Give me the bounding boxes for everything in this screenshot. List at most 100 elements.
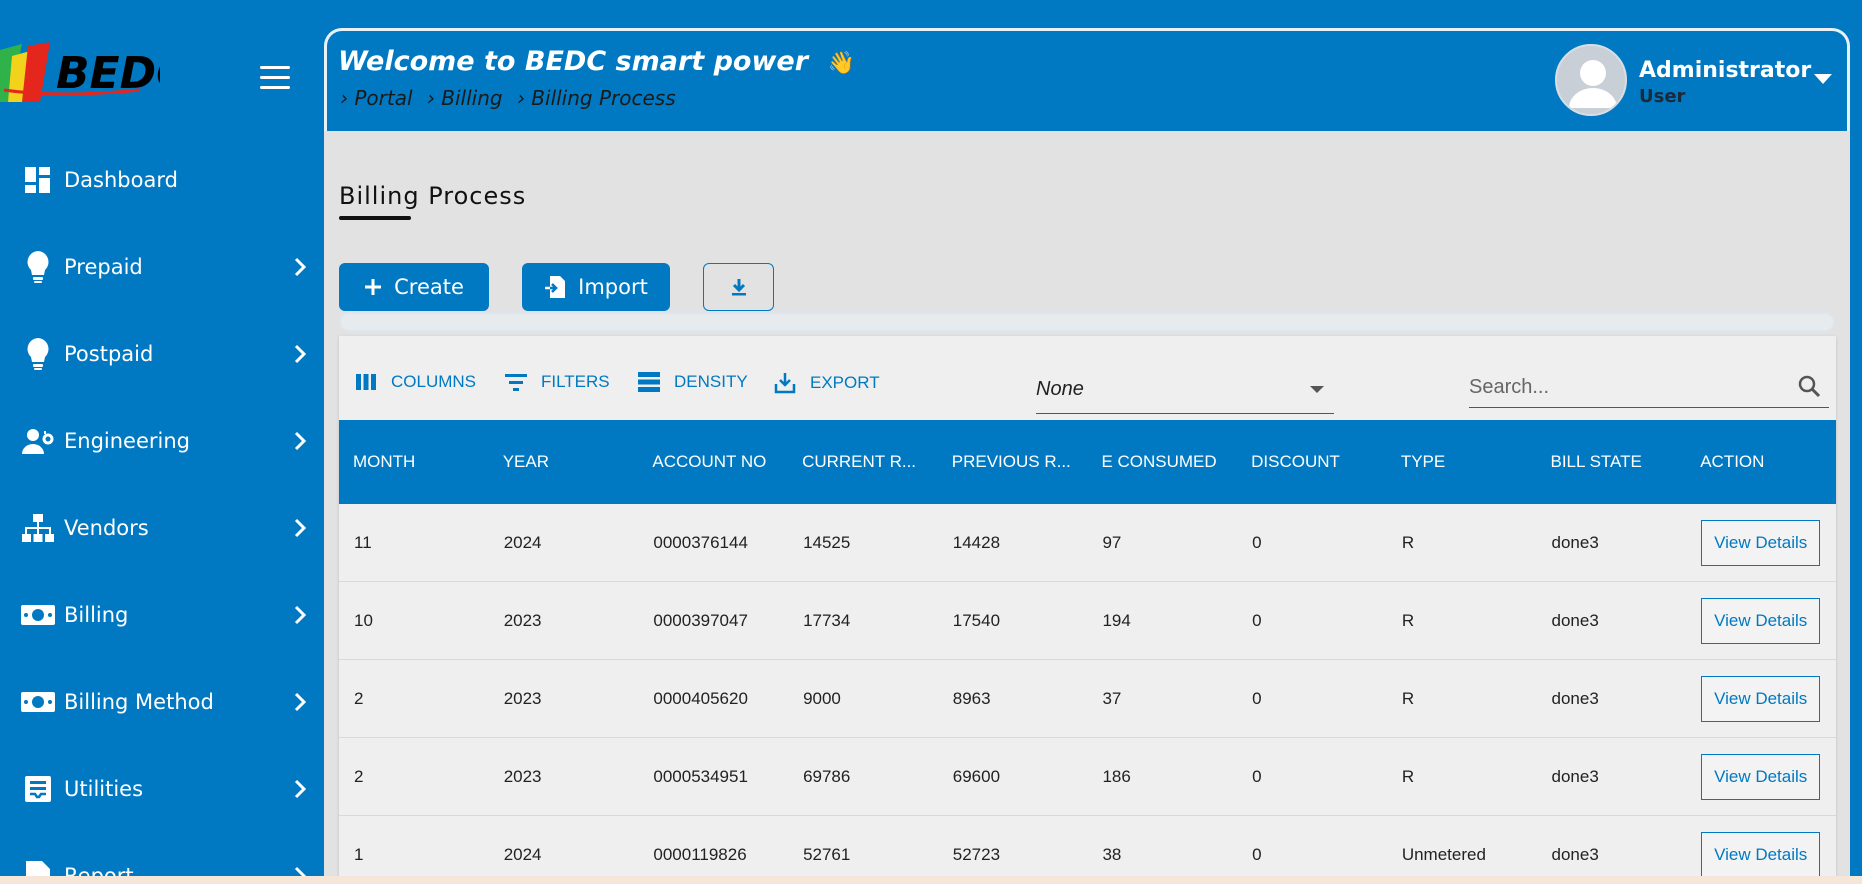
cell-action: View Details bbox=[1686, 597, 1836, 644]
column-header-account-no[interactable]: ACCOUNT NO bbox=[638, 452, 788, 472]
search-field bbox=[1469, 366, 1829, 408]
sidebar-item-label: Billing bbox=[64, 602, 129, 627]
filters-button[interactable]: FILTERS bbox=[505, 372, 610, 392]
sidebar-item-utilities[interactable]: Utilities bbox=[0, 745, 324, 832]
sidebar-item-billing-method[interactable]: Billing Method bbox=[0, 658, 324, 745]
bedc-logo[interactable]: BEDC bbox=[0, 40, 188, 104]
dashboard-icon bbox=[20, 162, 56, 198]
breadcrumb-billing[interactable]: › Billing bbox=[427, 86, 503, 110]
density-button[interactable]: DENSITY bbox=[638, 372, 748, 392]
cell-month: 10 bbox=[354, 610, 373, 630]
sidebar-item-prepaid[interactable]: Prepaid bbox=[0, 223, 324, 310]
welcome-text: Welcome to BEDC smart power bbox=[338, 46, 809, 77]
columns-button[interactable]: COLUMNS bbox=[355, 372, 476, 392]
chevron-right-icon bbox=[290, 692, 310, 712]
chevron-right-icon bbox=[290, 605, 310, 625]
view-details-button[interactable]: View Details bbox=[1701, 597, 1821, 644]
cell-account-no: 0000376144 bbox=[653, 532, 748, 552]
cell-previous-reading: 8963 bbox=[952, 688, 991, 708]
money-icon bbox=[20, 597, 56, 633]
cell-type: R bbox=[1401, 766, 1415, 786]
sidebar-item-label: Utilities bbox=[64, 776, 144, 801]
table-row[interactable]: 2 2023 0000405620 9000 8963 37 0 R done3… bbox=[339, 660, 1836, 738]
search-icon[interactable] bbox=[1797, 374, 1821, 403]
view-details-button[interactable]: View Details bbox=[1701, 519, 1821, 566]
table-row[interactable]: 1 2024 0000119826 52761 52723 38 0 Unmet… bbox=[339, 816, 1836, 884]
file-import-icon bbox=[544, 275, 566, 299]
welcome-heading: Welcome to BEDC smart power 👋 bbox=[338, 46, 855, 77]
columns-label: COLUMNS bbox=[391, 372, 477, 391]
cell-account-no: 0000534951 bbox=[653, 766, 748, 786]
create-button[interactable]: Create bbox=[339, 263, 489, 311]
cell-previous-reading: 17540 bbox=[952, 610, 1001, 630]
page-title: Billing Process bbox=[339, 182, 527, 210]
chevron-down-icon bbox=[1310, 386, 1324, 393]
cell-year: 2024 bbox=[503, 532, 542, 552]
view-details-button[interactable]: View Details bbox=[1701, 675, 1821, 722]
column-header-current-reading[interactable]: CURRENT R... bbox=[788, 452, 938, 472]
cell-year: 2023 bbox=[503, 610, 542, 630]
breadcrumb-portal[interactable]: › Portal bbox=[340, 86, 413, 110]
plus-icon bbox=[364, 278, 382, 296]
column-header-discount[interactable]: DISCOUNT bbox=[1237, 452, 1387, 472]
chevron-right-icon bbox=[290, 779, 310, 799]
cell-discount: 0 bbox=[1252, 610, 1262, 630]
column-header-bill-state[interactable]: BILL STATE bbox=[1537, 452, 1687, 472]
filter-select[interactable]: None bbox=[1036, 372, 1334, 414]
column-header-previous-reading[interactable]: PREVIOUS R... bbox=[938, 452, 1088, 472]
user-role: User bbox=[1639, 86, 1686, 107]
import-button[interactable]: Import bbox=[522, 263, 670, 311]
avatar[interactable] bbox=[1555, 44, 1627, 116]
cell-e-consumed: 37 bbox=[1102, 688, 1122, 708]
download-button[interactable] bbox=[703, 263, 774, 311]
column-header-month[interactable]: MONTH bbox=[339, 452, 489, 472]
import-label: Import bbox=[578, 275, 648, 299]
cell-action: View Details bbox=[1686, 519, 1836, 566]
hamburger-icon[interactable] bbox=[260, 66, 290, 90]
cell-type: Unmetered bbox=[1401, 844, 1486, 864]
filter-icon bbox=[505, 373, 527, 391]
sidebar-item-billing[interactable]: Billing bbox=[0, 571, 324, 658]
sidebar-item-vendors[interactable]: Vendors bbox=[0, 484, 324, 571]
table-row[interactable]: 11 2024 0000376144 14525 14428 97 0 R do… bbox=[339, 504, 1836, 582]
cell-discount: 0 bbox=[1252, 688, 1262, 708]
table-body: 11 2024 0000376144 14525 14428 97 0 R do… bbox=[339, 504, 1836, 884]
caret-down-icon[interactable] bbox=[1813, 72, 1833, 86]
grid-toolbar: COLUMNS FILTERS DENSITY EXPORT None bbox=[339, 336, 1836, 420]
progress-bar bbox=[339, 312, 1835, 332]
chevron-right-icon bbox=[290, 344, 310, 364]
cell-year: 2023 bbox=[503, 766, 542, 786]
sidebar-item-engineering[interactable]: Engineering bbox=[0, 397, 324, 484]
chevron-right-icon bbox=[290, 431, 310, 451]
column-header-e-consumed[interactable]: E CONSUMED bbox=[1087, 452, 1237, 472]
export-button[interactable]: EXPORT bbox=[774, 372, 880, 394]
cell-month: 11 bbox=[354, 532, 372, 552]
cell-discount: 0 bbox=[1252, 844, 1262, 864]
view-details-button[interactable]: View Details bbox=[1701, 831, 1821, 878]
cell-current-reading: 52761 bbox=[803, 844, 851, 864]
table-row[interactable]: 10 2023 0000397047 17734 17540 194 0 R d… bbox=[339, 582, 1836, 660]
sidebar-item-dashboard[interactable]: Dashboard bbox=[0, 136, 324, 223]
sidebar-item-label: Postpaid bbox=[64, 341, 154, 366]
cell-previous-reading: 69600 bbox=[952, 766, 1001, 786]
cell-bill-state: done3 bbox=[1551, 766, 1599, 786]
table-header: MONTH YEAR ACCOUNT NO CURRENT R... PREVI… bbox=[339, 420, 1836, 504]
chevron-right-icon bbox=[290, 518, 310, 538]
column-header-year[interactable]: YEAR bbox=[489, 452, 639, 472]
sidebar-item-postpaid[interactable]: Postpaid bbox=[0, 310, 324, 397]
cell-previous-reading: 14428 bbox=[952, 532, 1001, 552]
cell-type: R bbox=[1401, 688, 1415, 708]
download-icon bbox=[731, 278, 747, 296]
cell-current-reading: 14525 bbox=[803, 532, 851, 552]
table-row[interactable]: 2 2023 0000534951 69786 69600 186 0 R do… bbox=[339, 738, 1836, 816]
cell-type: R bbox=[1401, 532, 1415, 552]
lightbulb-icon bbox=[20, 336, 56, 372]
svg-text:BEDC: BEDC bbox=[56, 48, 160, 99]
column-header-type[interactable]: TYPE bbox=[1387, 452, 1537, 472]
filters-label: FILTERS bbox=[541, 372, 610, 391]
wave-icon: 👋 bbox=[827, 51, 855, 76]
view-details-button[interactable]: View Details bbox=[1701, 753, 1821, 800]
search-input[interactable] bbox=[1469, 372, 1779, 402]
cell-e-consumed: 186 bbox=[1102, 766, 1131, 786]
cell-month: 1 bbox=[354, 844, 364, 864]
